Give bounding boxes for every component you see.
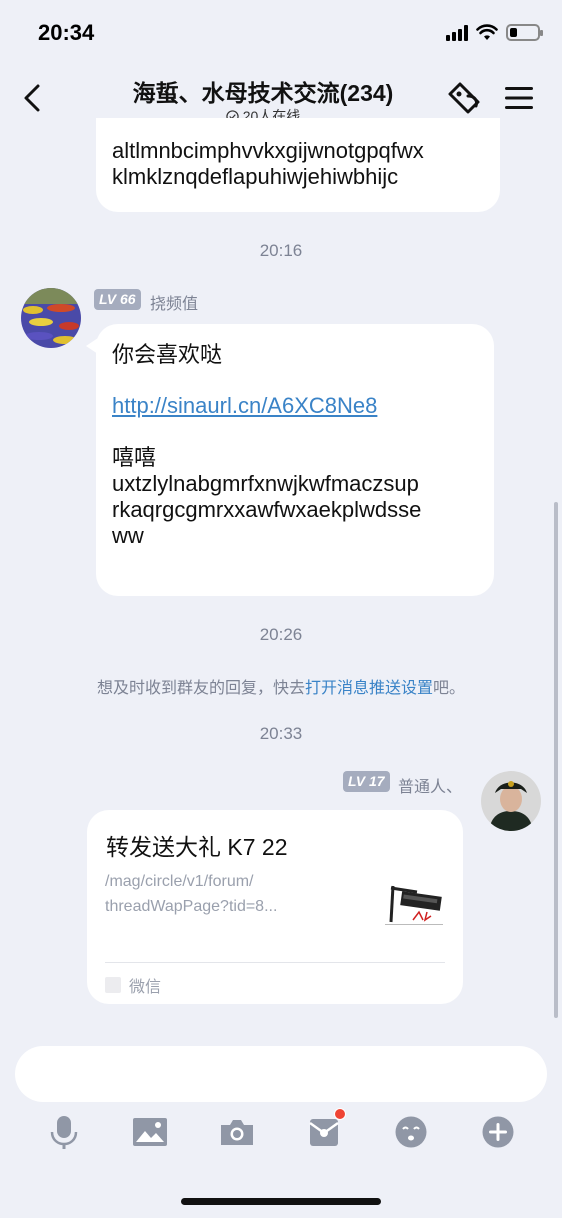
message-text-line: altlmnbcimphvvkxgijwnotgpqfwx: [112, 138, 424, 163]
level-badge: LV 66: [94, 289, 141, 310]
sender-name[interactable]: 普通人、: [398, 773, 462, 797]
status-bar: 20:34: [0, 0, 562, 62]
microphone-icon[interactable]: [46, 1112, 82, 1152]
plus-icon[interactable]: [480, 1112, 516, 1152]
card-thumbnail: [383, 876, 445, 938]
message-input[interactable]: [15, 1046, 547, 1102]
home-indicator[interactable]: [181, 1198, 381, 1205]
timestamp: 20:16: [259, 241, 303, 260]
avatar[interactable]: [21, 288, 81, 348]
card-source-label: 微信: [129, 979, 162, 996]
link-card[interactable]: 转发送大礼 K7 22 /mag/circle/v1/forum/ thread…: [87, 810, 463, 1004]
card-title: 转发送大礼 K7 22: [106, 834, 288, 860]
cellular-signal-icon: [446, 24, 468, 41]
red-packet-icon[interactable]: [306, 1108, 346, 1152]
status-icons: [446, 24, 543, 41]
message-text: 嘻嘻: [112, 444, 157, 470]
card-description-line: threadWapPage?tid=8...: [105, 897, 278, 915]
push-settings-link[interactable]: 打开消息推送设置: [305, 680, 433, 697]
level-badge: LV 17: [343, 771, 390, 792]
message-bubble-previous[interactable]: altlmnbcimphvvkxgijwnotgpqfwx klmklznqde…: [96, 118, 500, 212]
bubble-tail: [86, 338, 98, 354]
avatar-image: [481, 771, 541, 831]
wifi-icon: [476, 24, 498, 40]
system-tip-text: 想及时收到群友的回复，快去: [96, 680, 305, 697]
card-source: 微信: [105, 973, 161, 997]
system-tip: 想及时收到群友的回复，快去打开消息推送设置吧。: [0, 674, 562, 698]
message-link[interactable]: http://sinaurl.cn/A6XC8Ne8: [112, 393, 478, 419]
timestamp: 20:26: [259, 625, 303, 644]
battery-icon: [506, 24, 543, 41]
input-area: [0, 1032, 562, 1218]
menu-icon[interactable]: [505, 84, 533, 112]
camera-icon[interactable]: [219, 1112, 255, 1152]
card-divider: [105, 962, 445, 963]
status-time: 20:34: [38, 20, 95, 45]
message-text: 你会喜欢哒: [112, 342, 223, 367]
emoji-icon[interactable]: [393, 1112, 429, 1152]
input-toolbar: [0, 1108, 562, 1156]
message-bubble[interactable]: 你会喜欢哒 http://sinaurl.cn/A6XC8Ne8 嘻嘻 uxtz…: [86, 324, 494, 596]
card-description-line: /mag/circle/v1/forum/: [105, 873, 254, 890]
sender-name[interactable]: 挠频值: [150, 290, 198, 314]
wechat-icon: [105, 977, 121, 993]
scrollbar[interactable]: [554, 502, 558, 1018]
avatar[interactable]: [481, 771, 541, 831]
message-text-line: klmklznqdeflapuhiwjehiwbhijc: [112, 163, 399, 189]
share-link-icon[interactable]: [444, 80, 484, 116]
card-description: /mag/circle/v1/forum/ threadWapPage?tid=…: [105, 870, 325, 920]
image-icon[interactable]: [132, 1112, 168, 1152]
system-tip-text: 吧。: [433, 680, 466, 697]
notification-dot: [334, 1108, 346, 1120]
avatar-image: [21, 288, 81, 348]
message-text: ww: [112, 522, 144, 548]
message-text: uxtzlylnabgmrfxnwjkwfmaczsup: [112, 470, 419, 496]
timestamp: 20:33: [259, 724, 303, 743]
message-text: rkaqrgcgmrxxawfwxaekplwdsse: [112, 496, 422, 522]
